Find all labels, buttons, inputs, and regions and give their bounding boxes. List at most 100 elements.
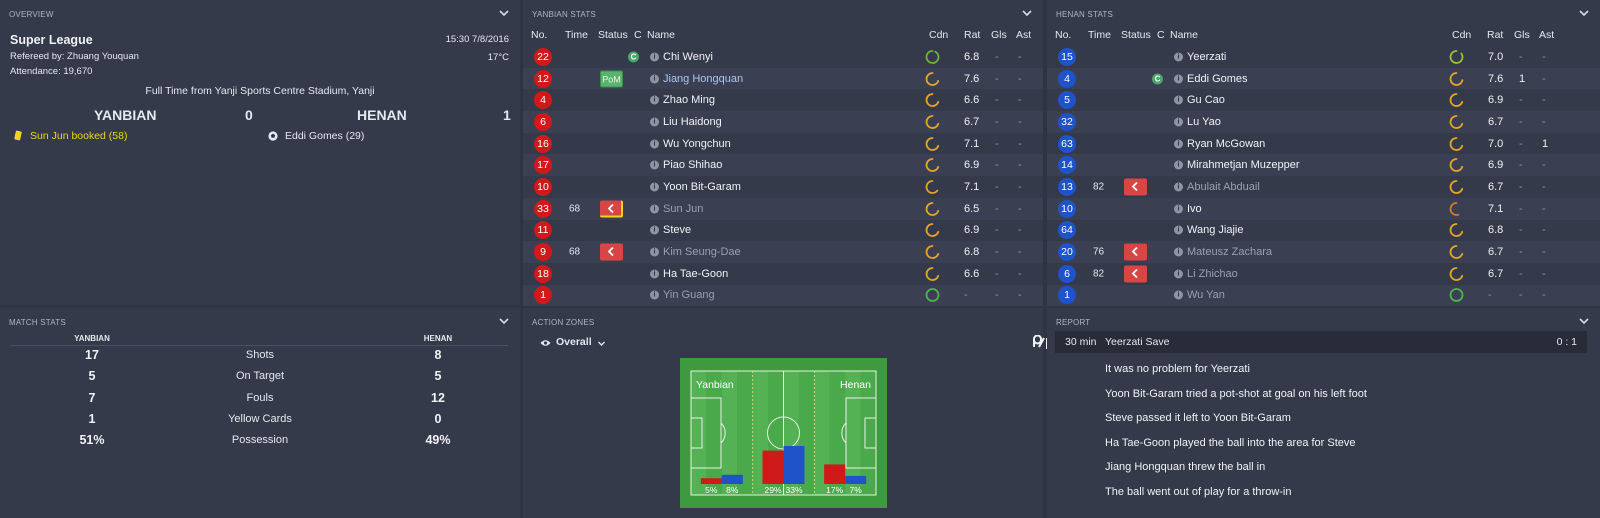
chevron-down-icon[interactable]	[1578, 7, 1590, 19]
info-icon[interactable]: i	[650, 117, 659, 127]
player-name[interactable]: Gu Cao	[1187, 94, 1225, 106]
player-name[interactable]: Ryan McGowan	[1187, 138, 1265, 150]
col-name[interactable]: Name	[647, 29, 675, 41]
col-captain[interactable]: C	[1157, 29, 1165, 41]
table-row[interactable]: 33 68 i Sun Jun 6.5 - -	[523, 197, 1043, 220]
col-status[interactable]: Status	[598, 29, 628, 41]
player-name[interactable]: Li Zhichao	[1187, 268, 1238, 280]
info-icon[interactable]: i	[650, 52, 659, 62]
info-icon[interactable]: i	[1174, 160, 1183, 170]
player-name[interactable]: Abulait Abduail	[1187, 181, 1260, 193]
col-status[interactable]: Status	[1121, 29, 1151, 41]
info-icon[interactable]: i	[650, 95, 659, 105]
table-row[interactable]: 4 i Zhao Ming 6.6 - -	[523, 89, 1043, 111]
info-icon[interactable]: i	[1174, 139, 1183, 149]
info-icon[interactable]: i	[650, 160, 659, 170]
player-name[interactable]: Wu Yongchun	[663, 138, 731, 150]
table-row[interactable]: 13 82 i Abulait Abduail 6.7 - -	[1047, 176, 1600, 198]
info-icon[interactable]: i	[1174, 225, 1183, 235]
col-ast[interactable]: Ast	[1539, 29, 1554, 41]
chevron-down-icon[interactable]	[498, 315, 510, 327]
player-name[interactable]: Jiang Hongquan	[663, 73, 743, 85]
player-name[interactable]: Piao Shihao	[663, 159, 722, 171]
table-row[interactable]: 10 i Yoon Bit-Garam 7.1 - -	[523, 176, 1043, 198]
player-name[interactable]: Ivo	[1187, 203, 1202, 215]
table-row[interactable]: 17 i Piao Shihao 6.9 - -	[523, 154, 1043, 177]
info-icon[interactable]: i	[1174, 269, 1183, 279]
col-no[interactable]: No.	[531, 29, 547, 41]
info-icon[interactable]: i	[650, 269, 659, 279]
player-name[interactable]: Wang Jiajie	[1187, 224, 1243, 236]
table-row[interactable]: 18 i Ha Tae-Goon 6.6 - -	[523, 263, 1043, 285]
table-row[interactable]: 15 i Yeerzati 7.0 - -	[1047, 46, 1600, 68]
table-row[interactable]: 11 i Steve 6.9 - -	[523, 220, 1043, 242]
table-row[interactable]: 16 i Wu Yongchun 7.1 - -	[523, 133, 1043, 155]
info-icon[interactable]: i	[1174, 117, 1183, 127]
home-event-text[interactable]: Sun Jun booked (58)	[30, 130, 127, 142]
info-icon[interactable]: i	[650, 139, 659, 149]
player-name[interactable]: Eddi Gomes	[1187, 73, 1248, 85]
col-time[interactable]: Time	[1088, 29, 1111, 41]
table-row[interactable]: 32 i Lu Yao 6.7 - -	[1047, 111, 1600, 133]
player-name[interactable]: Kim Seung-Dae	[663, 246, 741, 258]
table-row[interactable]: 1 i Wu Yan - - -	[1047, 284, 1600, 307]
player-name[interactable]: Ha Tae-Goon	[663, 268, 728, 280]
player-name[interactable]: Yeerzati	[1187, 51, 1226, 63]
player-name[interactable]: Yoon Bit-Garam	[663, 181, 741, 193]
player-name[interactable]: Yin Guang	[663, 289, 715, 301]
chevron-down-icon[interactable]	[1021, 7, 1033, 19]
player-name[interactable]: Liu Haidong	[663, 116, 722, 128]
table-row[interactable]: 1 i Yin Guang - - -	[523, 284, 1043, 307]
col-no[interactable]: No.	[1055, 29, 1071, 41]
player-name[interactable]: Wu Yan	[1187, 289, 1225, 301]
report-event-header[interactable]: 30 min Yeerzati Save 0 : 1	[1055, 331, 1587, 353]
table-row[interactable]: 6 i Liu Haidong 6.7 - -	[523, 111, 1043, 133]
player-name[interactable]: Mirahmetjan Muzepper	[1187, 159, 1300, 171]
player-name[interactable]: Steve	[663, 224, 691, 236]
info-icon[interactable]: i	[1174, 290, 1183, 300]
col-time[interactable]: Time	[565, 29, 588, 41]
col-cdn[interactable]: Cdn	[1452, 29, 1471, 41]
info-icon[interactable]: i	[650, 182, 659, 192]
chevron-down-icon[interactable]	[498, 7, 510, 19]
away-team-name[interactable]: HENAN	[357, 107, 407, 123]
info-icon[interactable]: i	[650, 225, 659, 235]
table-row[interactable]: 10 i Ivo 7.1 - -	[1047, 197, 1600, 220]
table-row[interactable]: 14 i Mirahmetjan Muzepper 6.9 - -	[1047, 154, 1600, 177]
col-cdn[interactable]: Cdn	[929, 29, 948, 41]
table-row[interactable]: 12 PoM i Jiang Hongquan 7.6 - -	[523, 67, 1043, 90]
info-icon[interactable]: i	[1174, 182, 1183, 192]
table-row[interactable]: 64 i Wang Jiajie 6.8 - -	[1047, 220, 1600, 242]
info-icon[interactable]: i	[1174, 95, 1183, 105]
col-gls[interactable]: Gls	[1514, 29, 1530, 41]
info-icon[interactable]: i	[650, 74, 659, 84]
col-gls[interactable]: Gls	[991, 29, 1007, 41]
player-name[interactable]: Sun Jun	[663, 203, 703, 215]
table-row[interactable]: 4 Ci Eddi Gomes 7.6 1 -	[1047, 67, 1600, 90]
col-captain[interactable]: C	[634, 29, 642, 41]
info-icon[interactable]: i	[1174, 204, 1183, 214]
table-row[interactable]: 63 i Ryan McGowan 7.0 - 1	[1047, 133, 1600, 155]
info-icon[interactable]: i	[650, 204, 659, 214]
player-name[interactable]: Mateusz Zachara	[1187, 246, 1272, 258]
chevron-down-icon[interactable]	[1578, 315, 1590, 327]
info-icon[interactable]: i	[1174, 247, 1183, 257]
info-icon[interactable]: i	[650, 247, 659, 257]
player-name[interactable]: Zhao Ming	[663, 94, 715, 106]
competition-name[interactable]: Super League	[10, 33, 93, 47]
away-event-text[interactable]: Eddi Gomes (29)	[285, 130, 364, 142]
col-name[interactable]: Name	[1170, 29, 1198, 41]
info-icon[interactable]: i	[1174, 74, 1183, 84]
table-row[interactable]: 9 68 i Kim Seung-Dae 6.8 - -	[523, 241, 1043, 263]
col-rat[interactable]: Rat	[964, 29, 980, 41]
table-row[interactable]: 22 Ci Chi Wenyi 6.8 - -	[523, 46, 1043, 68]
home-team-name[interactable]: YANBIAN	[94, 107, 157, 123]
col-rat[interactable]: Rat	[1487, 29, 1503, 41]
player-name[interactable]: Chi Wenyi	[663, 51, 713, 63]
col-ast[interactable]: Ast	[1016, 29, 1031, 41]
table-row[interactable]: 6 82 i Li Zhichao 6.7 - -	[1047, 263, 1600, 285]
info-icon[interactable]: i	[650, 290, 659, 300]
info-icon[interactable]: i	[1174, 52, 1183, 62]
table-row[interactable]: 5 i Gu Cao 6.9 - -	[1047, 89, 1600, 111]
table-row[interactable]: 20 76 i Mateusz Zachara 6.7 - -	[1047, 241, 1600, 263]
